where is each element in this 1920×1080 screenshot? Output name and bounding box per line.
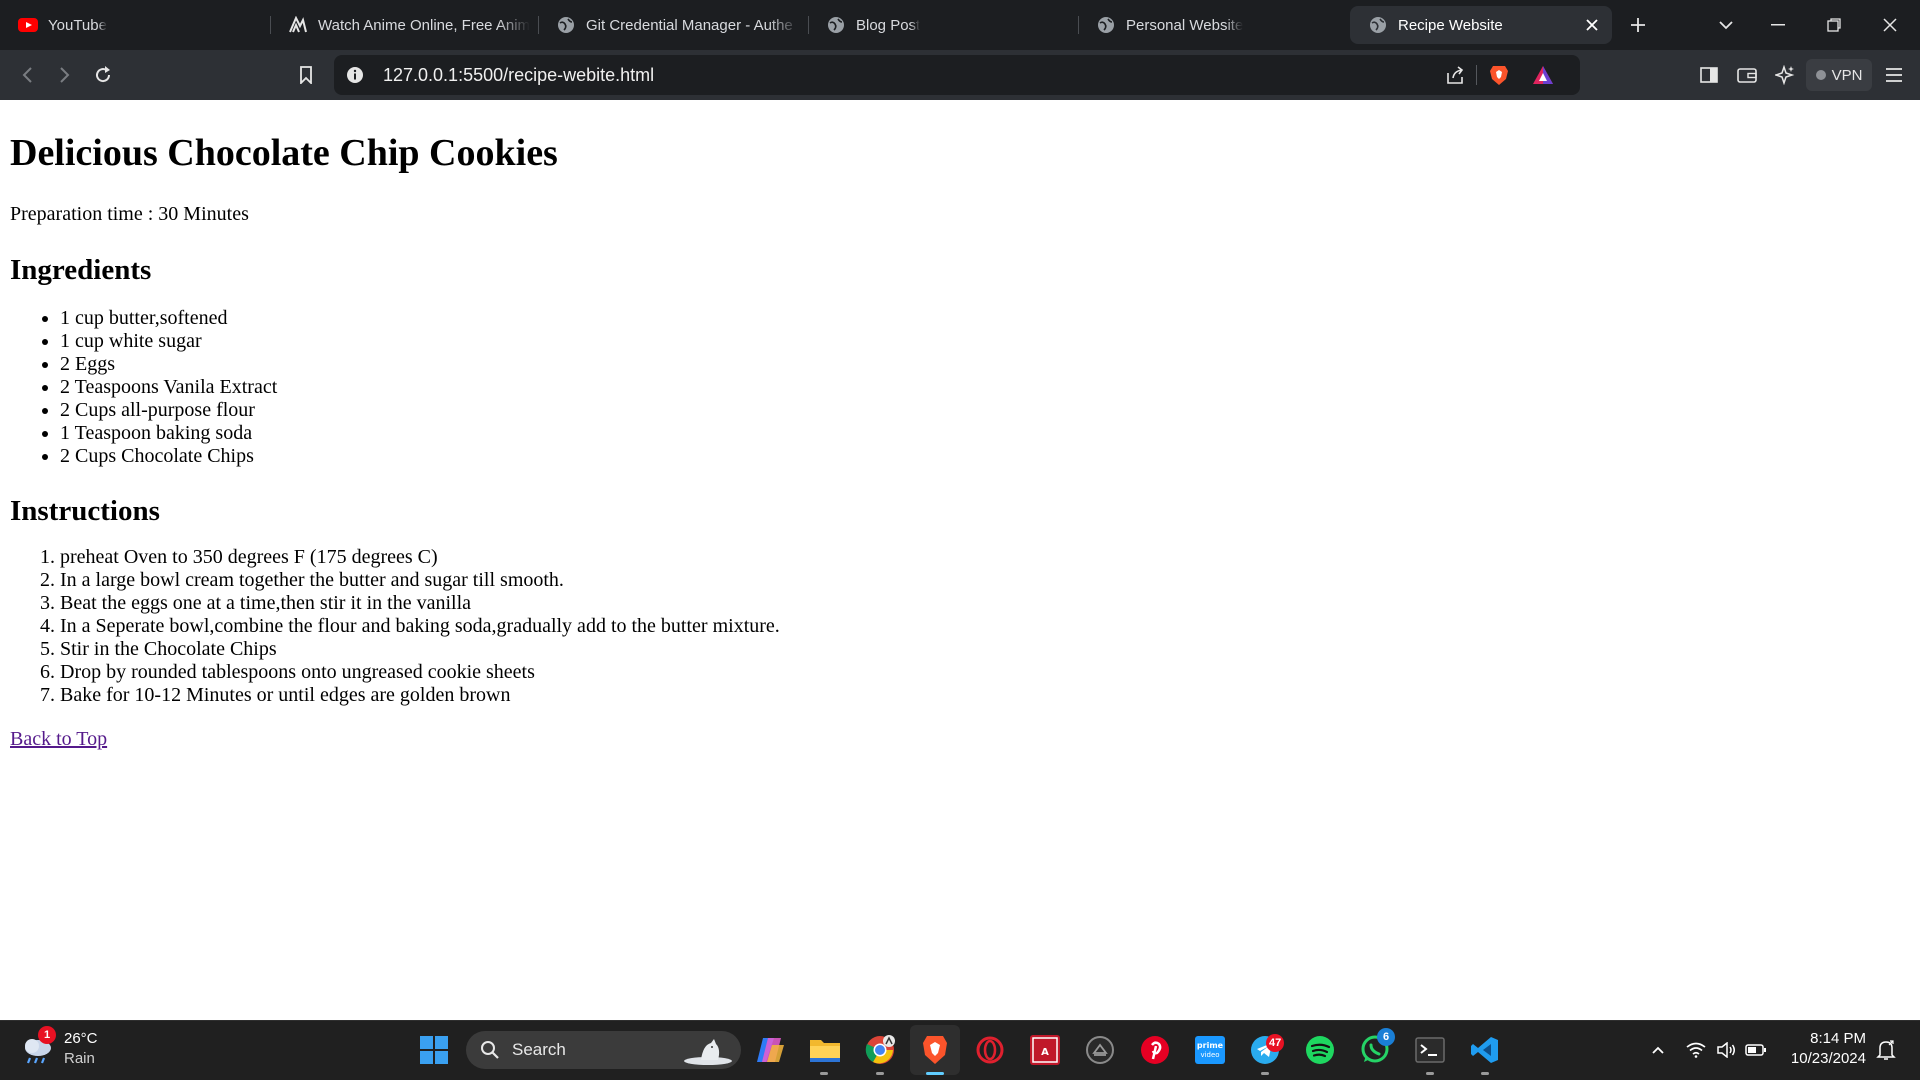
clock-date[interactable]: 10/23/2024 (1791, 1050, 1866, 1067)
anime-site-icon (288, 15, 308, 35)
globe-icon (1368, 15, 1388, 35)
ingredient-item: 2 Cups Chocolate Chips (60, 445, 1910, 468)
tab-title: YouTube (48, 16, 107, 34)
site-info-icon[interactable] (340, 60, 370, 90)
youtube-icon (18, 15, 38, 35)
share-icon[interactable] (1440, 60, 1470, 90)
running-indicator (1426, 1072, 1434, 1075)
vscode-icon[interactable] (1465, 1030, 1505, 1070)
active-indicator (926, 1072, 944, 1075)
instruction-step: In a Seperate bowl,combine the flour and… (60, 615, 1910, 638)
opera-icon[interactable] (970, 1030, 1010, 1070)
vpn-status-icon (1815, 70, 1826, 80)
tab-personal-website[interactable]: Personal Website (1078, 6, 1348, 44)
globe-icon (1096, 15, 1116, 35)
running-indicator (1261, 1072, 1269, 1075)
brave-browser-icon[interactable] (915, 1030, 955, 1070)
preparation-time: Preparation time : 30 Minutes (10, 203, 249, 225)
instruction-step: Stir in the Chocolate Chips (60, 638, 1910, 661)
running-indicator (820, 1072, 828, 1075)
circle-app-icon[interactable] (1080, 1030, 1120, 1070)
brave-rewards-icon[interactable] (1528, 60, 1558, 90)
terminal-icon[interactable] (1410, 1030, 1450, 1070)
search-label[interactable]: Search (512, 1040, 566, 1060)
ingredient-item: 2 Eggs (60, 353, 1910, 376)
ingredient-item: 1 Teaspoon baking soda (60, 422, 1910, 445)
ingredient-item: 2 Teaspoons Vanila Extract (60, 376, 1910, 399)
notification-bell-icon[interactable] (1866, 1030, 1906, 1070)
show-hidden-icons-chevron-icon[interactable] (1638, 1030, 1678, 1070)
tab-title: Recipe Website (1398, 16, 1503, 34)
tab-title: Watch Anime Online, Free Anim (318, 16, 530, 34)
battery-icon[interactable] (1736, 1030, 1776, 1070)
instruction-step: preheat Oven to 350 degrees F (175 degre… (60, 546, 1910, 569)
tab-youtube[interactable]: YouTube (0, 6, 270, 44)
myanimelist-icon[interactable]: A (1025, 1030, 1065, 1070)
instruction-step: Drop by rounded tablespoons onto ungreas… (60, 661, 1910, 684)
bookmark-icon[interactable] (291, 60, 321, 90)
url-text[interactable]: 127.0.0.1:5500/recipe-webite.html (383, 63, 654, 87)
close-window-button[interactable] (1870, 8, 1910, 42)
file-explorer-icon[interactable] (805, 1030, 845, 1070)
new-tab-button[interactable] (1618, 8, 1658, 42)
vpn-label: VPN (1831, 66, 1863, 84)
instruction-step: Bake for 10-12 Minutes or until edges ar… (60, 684, 1910, 707)
globe-icon (556, 15, 576, 35)
page-content: Delicious Chocolate Chip Cookies Prepara… (10, 100, 1910, 753)
copilot-icon[interactable] (750, 1030, 790, 1070)
tab-anime[interactable]: Watch Anime Online, Free Anim (270, 6, 538, 44)
back-to-top-paragraph: Back to Top (10, 727, 1910, 753)
instructions-heading: Instructions (10, 495, 160, 527)
forward-arrow-icon[interactable] (50, 60, 80, 90)
ingredient-item: 1 cup white sugar (60, 330, 1910, 353)
svg-text:prime: prime (1197, 1041, 1224, 1050)
weather-condition[interactable]: Rain (64, 1050, 95, 1067)
tab-git-credential[interactable]: Git Credential Manager - Authe (538, 6, 808, 44)
weather-notification-badge: 1 (38, 1026, 56, 1044)
prime-video-icon[interactable]: prime video (1190, 1030, 1230, 1070)
instruction-step: Beat the eggs one at a time,then stir it… (60, 592, 1910, 615)
tab-list-chevron-icon[interactable] (1706, 8, 1746, 42)
chrome-icon[interactable] (860, 1030, 900, 1070)
search-highlight-image-icon (680, 1030, 736, 1070)
menu-icon[interactable] (1879, 60, 1909, 90)
back-arrow-icon[interactable] (12, 60, 42, 90)
svg-text:A: A (1041, 1047, 1049, 1058)
start-windows-icon[interactable] (414, 1030, 454, 1070)
instruction-step: In a large bowl cream together the butte… (60, 569, 1910, 592)
pinterest-icon[interactable] (1135, 1030, 1175, 1070)
wallet-icon[interactable] (1732, 60, 1762, 90)
globe-icon (826, 15, 846, 35)
ingredient-item: 1 cup butter,softened (60, 307, 1910, 330)
ingredient-item: 2 Cups all-purpose flour (60, 399, 1910, 422)
tab-recipe-website[interactable]: Recipe Website (1350, 6, 1612, 44)
toolbar-divider (1476, 65, 1477, 85)
svg-text:video: video (1200, 1051, 1219, 1059)
reload-icon[interactable] (88, 60, 118, 90)
ingredients-heading: Ingredients (10, 254, 152, 286)
search-icon (470, 1030, 510, 1070)
tab-title: Blog Post (856, 16, 921, 34)
page-title: Delicious Chocolate Chip Cookies (10, 132, 558, 174)
windows-taskbar (0, 1020, 1920, 1080)
restore-button[interactable] (1814, 8, 1854, 42)
spotify-icon[interactable] (1300, 1030, 1340, 1070)
minimize-button[interactable] (1758, 8, 1798, 42)
vpn-button[interactable]: VPN (1806, 59, 1872, 91)
instructions-list: preheat Oven to 350 degrees F (175 degre… (10, 546, 1910, 707)
sidebar-toggle-icon[interactable] (1694, 60, 1724, 90)
running-indicator (876, 1072, 884, 1075)
back-to-top-link[interactable]: Back to Top (10, 728, 107, 750)
brave-shields-icon[interactable] (1484, 60, 1514, 90)
leo-ai-icon[interactable] (1770, 60, 1800, 90)
tab-title: Git Credential Manager - Authe (586, 16, 793, 34)
weather-temperature[interactable]: 26°C (64, 1030, 98, 1047)
ingredients-list: 1 cup butter,softened 1 cup white sugar … (10, 307, 1910, 468)
whatsapp-unread-badge: 6 (1377, 1028, 1395, 1046)
tab-blog-post[interactable]: Blog Post (808, 6, 1078, 44)
running-indicator (1481, 1072, 1489, 1075)
close-tab-icon[interactable] (1582, 15, 1602, 35)
clock-time[interactable]: 8:14 PM (1810, 1030, 1866, 1047)
tab-title: Personal Website (1126, 16, 1244, 34)
